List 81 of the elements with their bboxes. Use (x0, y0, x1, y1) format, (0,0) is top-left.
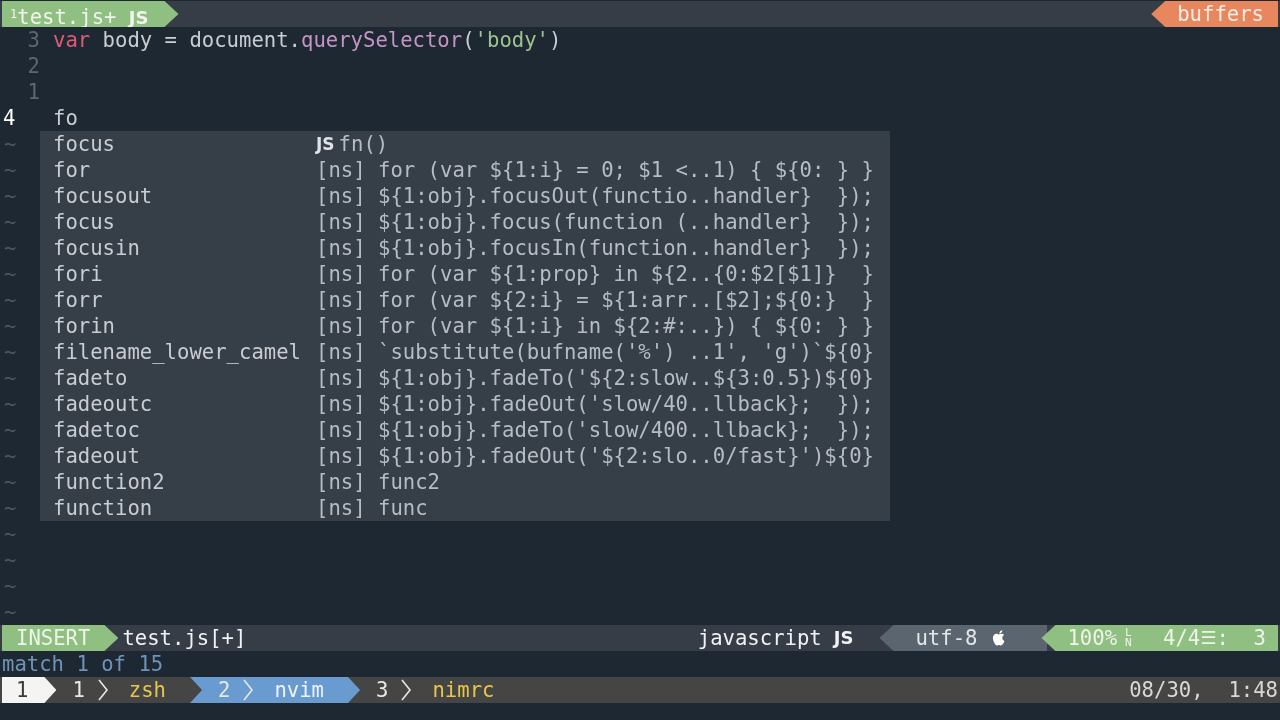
empty-line-marker: ~ (3, 521, 17, 547)
window-name: zsh (128, 677, 166, 703)
window-index: 1 (72, 677, 85, 703)
line-number: 4 (2, 105, 17, 131)
empty-line-marker: ~ (3, 443, 17, 469)
empty-line-marker: ~ (3, 469, 17, 495)
completion-detail: [ns] `substitute(bufname('%') ..1', 'g')`${0} (316, 339, 874, 365)
empty-line-marker: ~ (3, 547, 17, 573)
mode-indicator: INSERT (2, 625, 119, 651)
line-number: 3 (26, 27, 41, 53)
completion-word[interactable]: function2 (53, 469, 316, 495)
filetype-label: JS (316, 133, 335, 156)
code-line: fo (53, 105, 78, 131)
filetype-short-label: JS (833, 626, 855, 650)
percent-label: 100% (1067, 625, 1118, 651)
completion-word[interactable]: fori (53, 261, 316, 287)
empty-line-marker: ~ (3, 391, 17, 417)
session-label: 1 (2, 677, 57, 703)
column-label: : 3 (1216, 625, 1266, 651)
completion-word[interactable]: forr (53, 287, 316, 313)
empty-line-marker: ~ (3, 131, 17, 157)
empty-line-marker: ~ (3, 261, 17, 287)
chevron-icon (96, 679, 109, 701)
empty-line-marker: ~ (3, 599, 17, 625)
completion-detail: [ns] ${1:obj}.fadeTo('slow/400..llback}; }); (316, 417, 874, 443)
completion-detail: [ns] ${1:obj}.focusIn(function..handler} }); (316, 235, 874, 261)
completion-detail: [ns] ${1:obj}.fadeTo('${2:slow..${3:0.5})${0} (316, 365, 874, 391)
completion-detail: [ns] for (var ${1:prop} in ${2..{0:$2[$1]} } (316, 261, 874, 287)
window-tab[interactable]: 1 zsh (56, 677, 190, 703)
filetype-label: javascript (697, 625, 823, 651)
completion-detail: [ns] for (var ${1:i} in ${2:#:..}) { ${0: } } (316, 313, 874, 339)
empty-line-marker: ~ (3, 235, 17, 261)
file-name: test.js[+] (121, 625, 247, 651)
empty-line-marker: ~ (3, 495, 17, 521)
completion-detail: [ns] ${1:obj}.fadeOut('${2:slo..0/fast}')${0} (316, 443, 874, 469)
command-message: match 1 of 15 (1, 651, 164, 677)
completion-detail: [ns] for (var ${1:i} = 0; $1 <..1) { ${0: } } (316, 157, 874, 183)
empty-line-marker: ~ (3, 365, 17, 391)
completion-detail: [ns] func2 (316, 469, 440, 495)
empty-line-marker: ~ (3, 573, 17, 599)
window-index: 2 (218, 677, 231, 703)
completion-detail: [ns] for (var ${2:i} = ${1:arr..[$2];${0:} } (316, 287, 874, 313)
completion-word[interactable]: filename_lower_camel (53, 339, 316, 365)
completion-word[interactable]: fadeto (53, 365, 316, 391)
completion-detail: [ns] ${1:obj}.fadeOut('slow/40..llback}; }); (316, 391, 874, 417)
completion-word[interactable]: for (53, 157, 316, 183)
completion-word[interactable]: fadetoc (53, 417, 316, 443)
window-index: 3 (376, 677, 389, 703)
empty-line-marker: ~ (3, 339, 17, 365)
completion-word[interactable]: focusout (53, 183, 316, 209)
completion-word[interactable]: focus (53, 131, 316, 157)
window-name: nimrc (432, 677, 495, 703)
empty-line-marker: ~ (3, 209, 17, 235)
position-label: 4/4 (1163, 625, 1201, 651)
line-number: 2 (26, 53, 41, 79)
chevron-icon (242, 679, 255, 701)
completion-detail: fn() (338, 131, 389, 157)
completion-word[interactable]: fadeoutc (53, 391, 316, 417)
line-label: LN (1125, 628, 1133, 648)
code-line: var body = document.querySelector('body') (53, 27, 562, 53)
window-tab[interactable]: 3 nimrc (360, 677, 519, 703)
empty-line-marker: ~ (3, 183, 17, 209)
empty-line-marker: ~ (3, 157, 17, 183)
line-number: 1 (26, 79, 41, 105)
completion-word[interactable]: fadeout (53, 443, 316, 469)
empty-line-marker: ~ (3, 313, 17, 339)
clock-label: 08/30, 1:48 (1129, 677, 1279, 703)
completion-detail: [ns] func (316, 495, 428, 521)
completion-word[interactable]: forin (53, 313, 316, 339)
empty-line-marker: ~ (3, 287, 17, 313)
completion-detail: [ns] ${1:obj}.focus(function (..handler} }); (316, 209, 874, 235)
completion-word[interactable]: focus (53, 209, 316, 235)
buffers-label: buffers (1151, 1, 1278, 27)
completion-word[interactable]: focusin (53, 235, 316, 261)
empty-line-marker: ~ (3, 417, 17, 443)
window-name: nvim (274, 677, 325, 703)
lines-icon: ☰ (1200, 625, 1217, 651)
completion-word[interactable]: function (53, 495, 316, 521)
completion-detail: [ns] ${1:obj}.focusOut(functio..handler} }); (316, 183, 874, 209)
encoding-label: utf-8 (915, 625, 978, 651)
chevron-icon (400, 679, 413, 701)
